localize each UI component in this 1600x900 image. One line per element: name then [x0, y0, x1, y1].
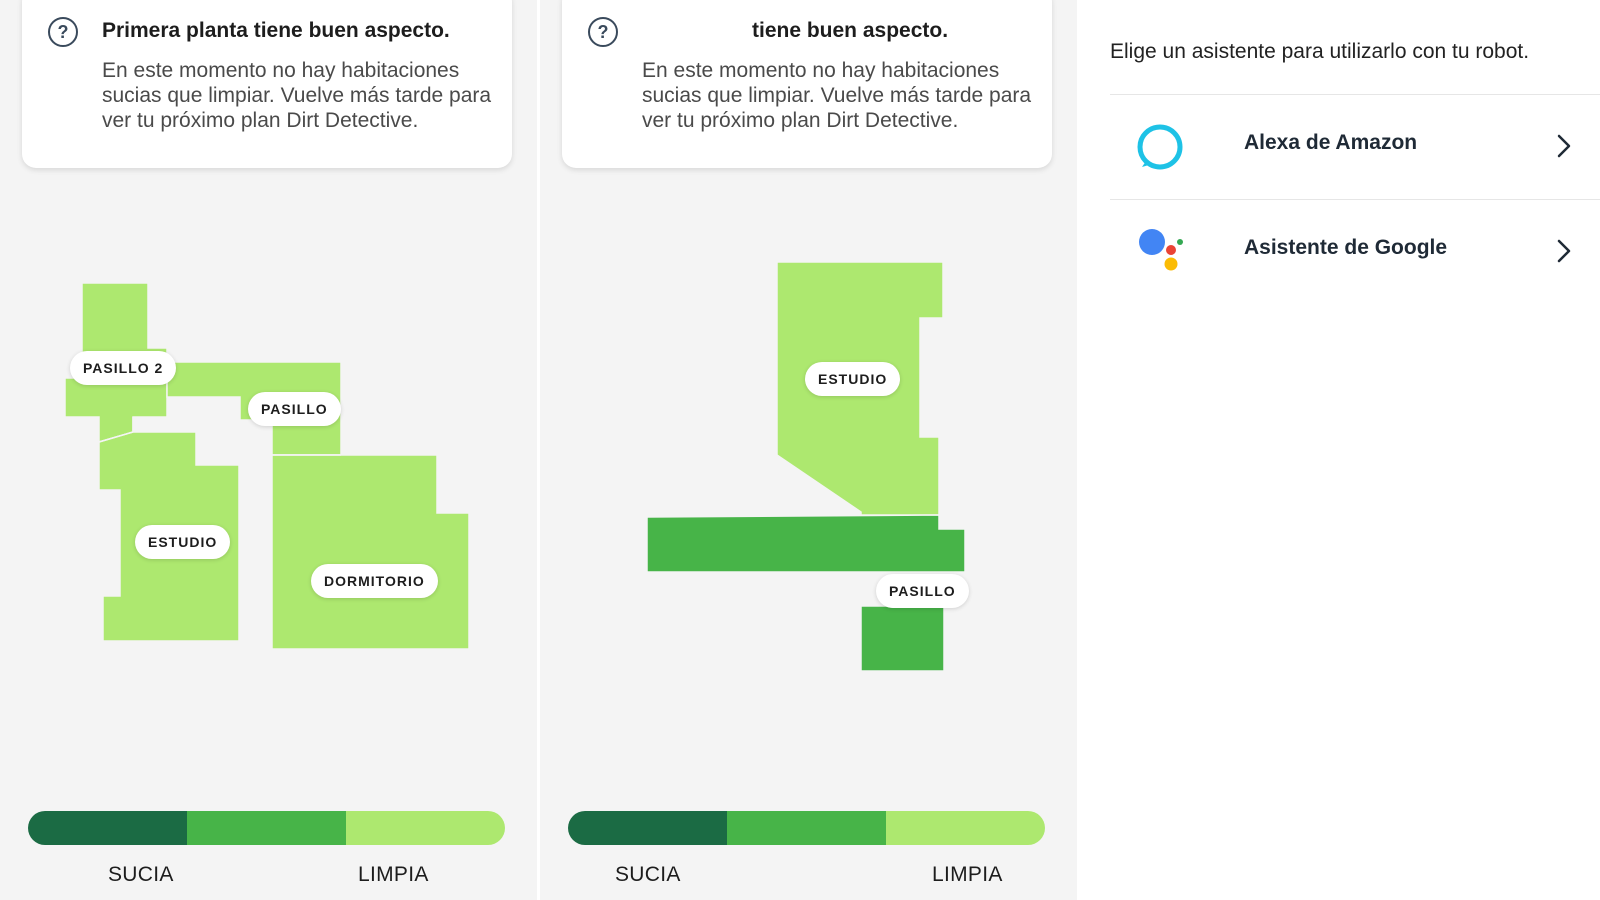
chevron-right-icon — [1557, 239, 1571, 263]
legend-clean-label: LIMPIA — [932, 863, 1003, 886]
legend-clean-segment — [346, 811, 505, 845]
room-label-dormitorio[interactable]: DORMITORIO — [311, 564, 438, 598]
voice-assistant-selection: Elige un asistente para utilizarlo con t… — [1080, 0, 1600, 900]
assistant-option-google[interactable]: Asistente de Google — [1110, 200, 1600, 304]
dirt-map-screen-second-floor: ? tiene buen aspecto. En este momento no… — [540, 0, 1077, 900]
assistant-label: Alexa de Amazon — [1244, 131, 1418, 154]
floor-map — [646, 261, 966, 672]
dirt-map-screen-first-floor: ? Primera planta tiene buen aspecto. En … — [0, 0, 537, 900]
assistant-label: Asistente de Google — [1244, 236, 1448, 259]
dirt-legend-bar — [28, 811, 505, 845]
legend-medium-segment — [727, 811, 886, 845]
legend-clean-segment — [886, 811, 1045, 845]
room-label-pasillo-2[interactable]: PASILLO 2 — [70, 351, 177, 385]
google-assistant-icon — [1139, 229, 1183, 271]
legend-dirty-label: SUCIA — [108, 863, 174, 886]
assistant-option-alexa[interactable]: Alexa de Amazon — [1110, 95, 1600, 199]
room-label-pasillo[interactable]: PASILLO — [248, 392, 341, 426]
room-pasillo-lower — [860, 605, 945, 672]
room-label-pasillo[interactable]: PASILLO — [876, 574, 969, 608]
room-pasillo-main — [646, 514, 966, 573]
legend-dirty-segment — [28, 811, 187, 845]
legend-dirty-label: SUCIA — [615, 863, 681, 886]
room-dormitorio — [271, 454, 470, 650]
alexa-icon — [1137, 124, 1183, 170]
room-label-estudio[interactable]: ESTUDIO — [805, 362, 901, 396]
dirt-legend-bar — [568, 811, 1045, 845]
chevron-right-icon — [1557, 134, 1571, 158]
assistant-heading: Elige un asistente para utilizarlo con t… — [1110, 40, 1530, 63]
legend-medium-segment — [187, 811, 346, 845]
legend-clean-label: LIMPIA — [358, 863, 429, 886]
legend-dirty-segment — [568, 811, 727, 845]
room-label-estudio[interactable]: ESTUDIO — [135, 525, 231, 559]
